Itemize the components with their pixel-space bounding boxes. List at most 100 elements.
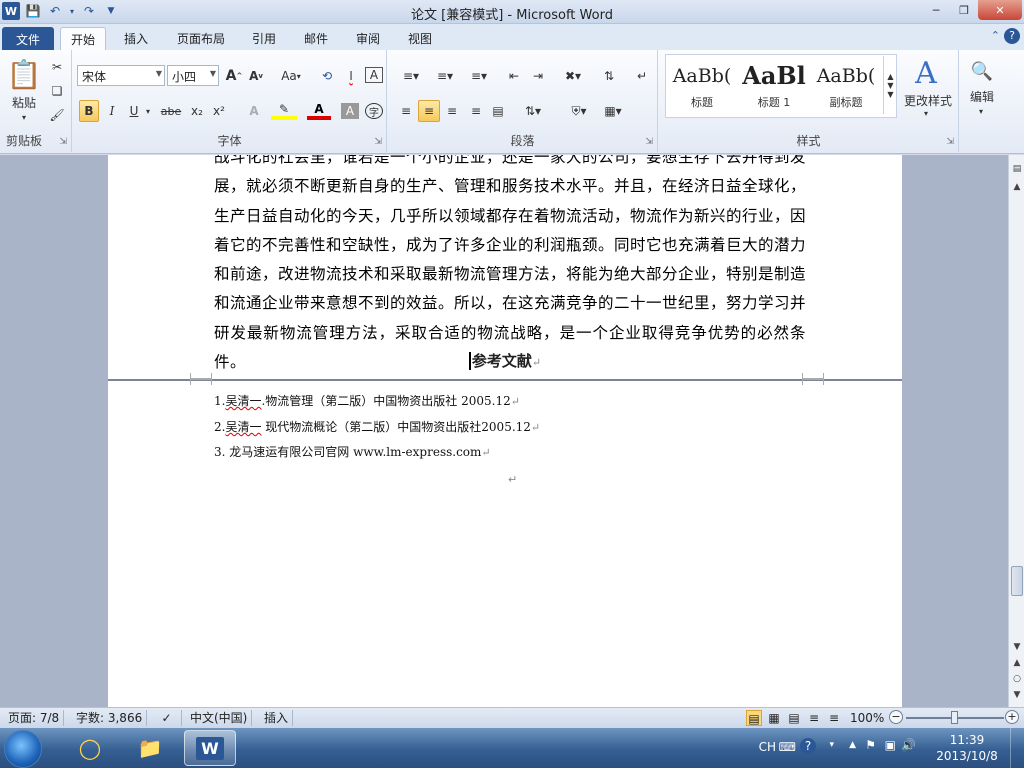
show-marks-icon[interactable]: ↵	[632, 65, 652, 87]
sort-icon[interactable]: ⇅	[598, 65, 620, 87]
keyboard-icon[interactable]: ⌨	[779, 740, 796, 754]
previous-page-icon[interactable]: ▲	[1009, 655, 1024, 671]
tab-file[interactable]: 文件	[2, 27, 54, 50]
cut-icon[interactable]: ✂	[48, 58, 66, 76]
ime-indicator[interactable]: CH	[759, 740, 776, 754]
align-left-icon[interactable]: ≡	[396, 100, 416, 122]
style-heading1[interactable]: AaBl 标题 1	[739, 58, 809, 116]
vertical-scrollbar[interactable]: ▤ ▲ ▼ ▲ ○ ▼	[1008, 155, 1024, 707]
text-effects-icon[interactable]: A	[243, 100, 265, 122]
full-screen-reading-icon[interactable]: ▦	[766, 710, 782, 726]
align-center-icon[interactable]: ≡	[418, 100, 440, 122]
copy-icon[interactable]: ❏	[48, 82, 66, 100]
bullets-icon[interactable]: ≡▾	[396, 65, 426, 87]
reference-3[interactable]: 3. 龙马速运有限公司官网 www.lm-express.com↵	[214, 443, 491, 460]
tab-review[interactable]: 审阅	[346, 27, 390, 50]
zoom-out-button[interactable]: −	[889, 710, 903, 724]
clear-format-icon[interactable]: ⟲	[317, 65, 337, 87]
multilevel-list-icon[interactable]: ≡▾	[464, 65, 494, 87]
highlight-icon[interactable]: ✎	[271, 102, 297, 120]
word-taskbar-icon[interactable]: W	[184, 730, 236, 766]
reference-2[interactable]: 2.吴清一 现代物流概论（第二版）中国物资出版社2005.12↵	[214, 418, 540, 435]
close-button[interactable]: ✕	[978, 0, 1022, 20]
font-size-combo[interactable]: 小四 ▼	[167, 65, 219, 86]
decrease-indent-icon[interactable]: ⇤	[504, 65, 524, 87]
underline-dropdown-icon[interactable]: ▾	[143, 100, 153, 122]
print-layout-icon[interactable]: ▤	[746, 710, 762, 726]
gallery-scroll[interactable]: ▲ ▼ ▼	[883, 56, 897, 114]
change-styles-button[interactable]: 更改样式	[901, 92, 955, 108]
borders-icon[interactable]: ▦▾	[598, 100, 628, 122]
paste-icon[interactable]: 📋	[6, 54, 42, 94]
outline-icon[interactable]: ≡	[806, 710, 822, 726]
asian-layout-icon[interactable]: ✖▾	[558, 65, 588, 87]
next-page-icon[interactable]: ▼	[1009, 687, 1024, 703]
volume-icon[interactable]: 🔊	[901, 738, 916, 752]
styles-launcher-icon[interactable]: ⇲	[946, 137, 954, 147]
change-case-button[interactable]: Aa ▾	[277, 65, 305, 87]
tab-insert[interactable]: 插入	[114, 27, 158, 50]
page-8[interactable]: 1.吴清一.物流管理（第二版）中国物资出版社 2005.12↵ 2.吴清一 现代…	[108, 379, 902, 707]
phonetic-guide-icon[interactable]: ا	[341, 65, 361, 87]
tab-page-layout[interactable]: 页面布局	[167, 27, 235, 50]
enclose-chars-icon[interactable]: 字	[365, 103, 383, 119]
zoom-in-button[interactable]: +	[1005, 710, 1019, 724]
references-heading[interactable]: 参考文献↵	[108, 350, 902, 371]
clock[interactable]: 11:39 2013/10/8	[932, 732, 1002, 764]
language-indicator[interactable]: 中文(中国)	[186, 710, 253, 726]
action-center-icon[interactable]: ⚑	[865, 738, 876, 752]
line-spacing-icon[interactable]: ⇅▾	[518, 100, 548, 122]
help-icon[interactable]: ?	[1004, 28, 1020, 44]
chevron-down-icon[interactable]: ▾	[921, 108, 931, 118]
minimize-button[interactable]: ─	[922, 0, 950, 20]
font-name-combo[interactable]: 宋体 ▼	[77, 65, 165, 86]
show-desktop-button[interactable]	[1010, 728, 1024, 768]
font-color-icon[interactable]: A	[307, 102, 331, 120]
distributed-icon[interactable]: ▤	[488, 100, 508, 122]
binoculars-icon[interactable]: 🔍	[968, 58, 996, 84]
align-right-icon[interactable]: ≡	[442, 100, 462, 122]
proofing-icon[interactable]: ✓	[152, 710, 182, 726]
underline-button[interactable]: U	[125, 100, 143, 122]
tab-mailings[interactable]: 邮件	[294, 27, 338, 50]
format-painter-icon[interactable]: 🖌	[48, 106, 66, 124]
clipboard-launcher-icon[interactable]: ⇲	[59, 137, 67, 147]
numbering-icon[interactable]: ≡▾	[430, 65, 460, 87]
scroll-thumb[interactable]	[1011, 566, 1023, 596]
zoom-slider-thumb[interactable]	[951, 711, 958, 724]
reference-1[interactable]: 1.吴清一.物流管理（第二版）中国物资出版社 2005.12↵	[214, 392, 520, 409]
tab-view[interactable]: 视图	[398, 27, 442, 50]
browse-object-icon[interactable]: ○	[1009, 671, 1024, 687]
change-styles-icon[interactable]: A	[909, 56, 943, 91]
ruler-toggle-icon[interactable]: ▤	[1009, 161, 1024, 177]
chevron-down-icon[interactable]: ▾	[976, 106, 986, 116]
shrink-font-button[interactable]: Av	[247, 65, 265, 87]
style-title[interactable]: AaBb(标题	[667, 58, 737, 116]
paragraph-launcher-icon[interactable]: ⇲	[645, 137, 653, 147]
superscript-button[interactable]: x²	[209, 100, 229, 122]
page-count[interactable]: 页面: 7/8	[4, 710, 65, 726]
char-border-icon[interactable]: A	[365, 67, 383, 83]
style-subtitle[interactable]: AaBb(副标题	[811, 58, 881, 116]
web-layout-icon[interactable]: ▤	[786, 710, 802, 726]
tab-home[interactable]: 开始	[60, 27, 107, 50]
italic-button[interactable]: I	[103, 100, 121, 122]
file-explorer-icon[interactable]: 📁	[124, 730, 176, 766]
grow-font-button[interactable]: A ^	[225, 65, 243, 87]
word-count[interactable]: 字数: 3,866	[72, 710, 148, 726]
ime-options-icon[interactable]: ▾	[829, 740, 834, 750]
zoom-slider[interactable]	[906, 711, 1004, 724]
strikethrough-button[interactable]: abe	[159, 100, 183, 122]
network-icon[interactable]: ▣	[885, 738, 896, 752]
page-7[interactable]: 战斗化的社会里，谁若是一个小的企业，还是一家大的公司，要想生存下去并得到发 展，…	[108, 155, 902, 379]
show-hidden-icons[interactable]: ▲	[849, 740, 856, 750]
paste-button[interactable]: 粘贴	[4, 94, 44, 110]
ime-help-icon[interactable]: ?	[800, 738, 816, 754]
font-launcher-icon[interactable]: ⇲	[374, 137, 382, 147]
editing-button[interactable]: 编辑	[962, 88, 1002, 104]
minimize-ribbon-icon[interactable]: ⌃	[991, 29, 1000, 42]
body-paragraph[interactable]: 战斗化的社会里，谁若是一个小的企业，还是一家大的公司，要想生存下去并得到发 展，…	[214, 155, 806, 377]
draft-icon[interactable]: ≡	[826, 710, 842, 726]
scroll-up-icon[interactable]: ▲	[1009, 179, 1024, 195]
justify-icon[interactable]: ≡	[466, 100, 486, 122]
